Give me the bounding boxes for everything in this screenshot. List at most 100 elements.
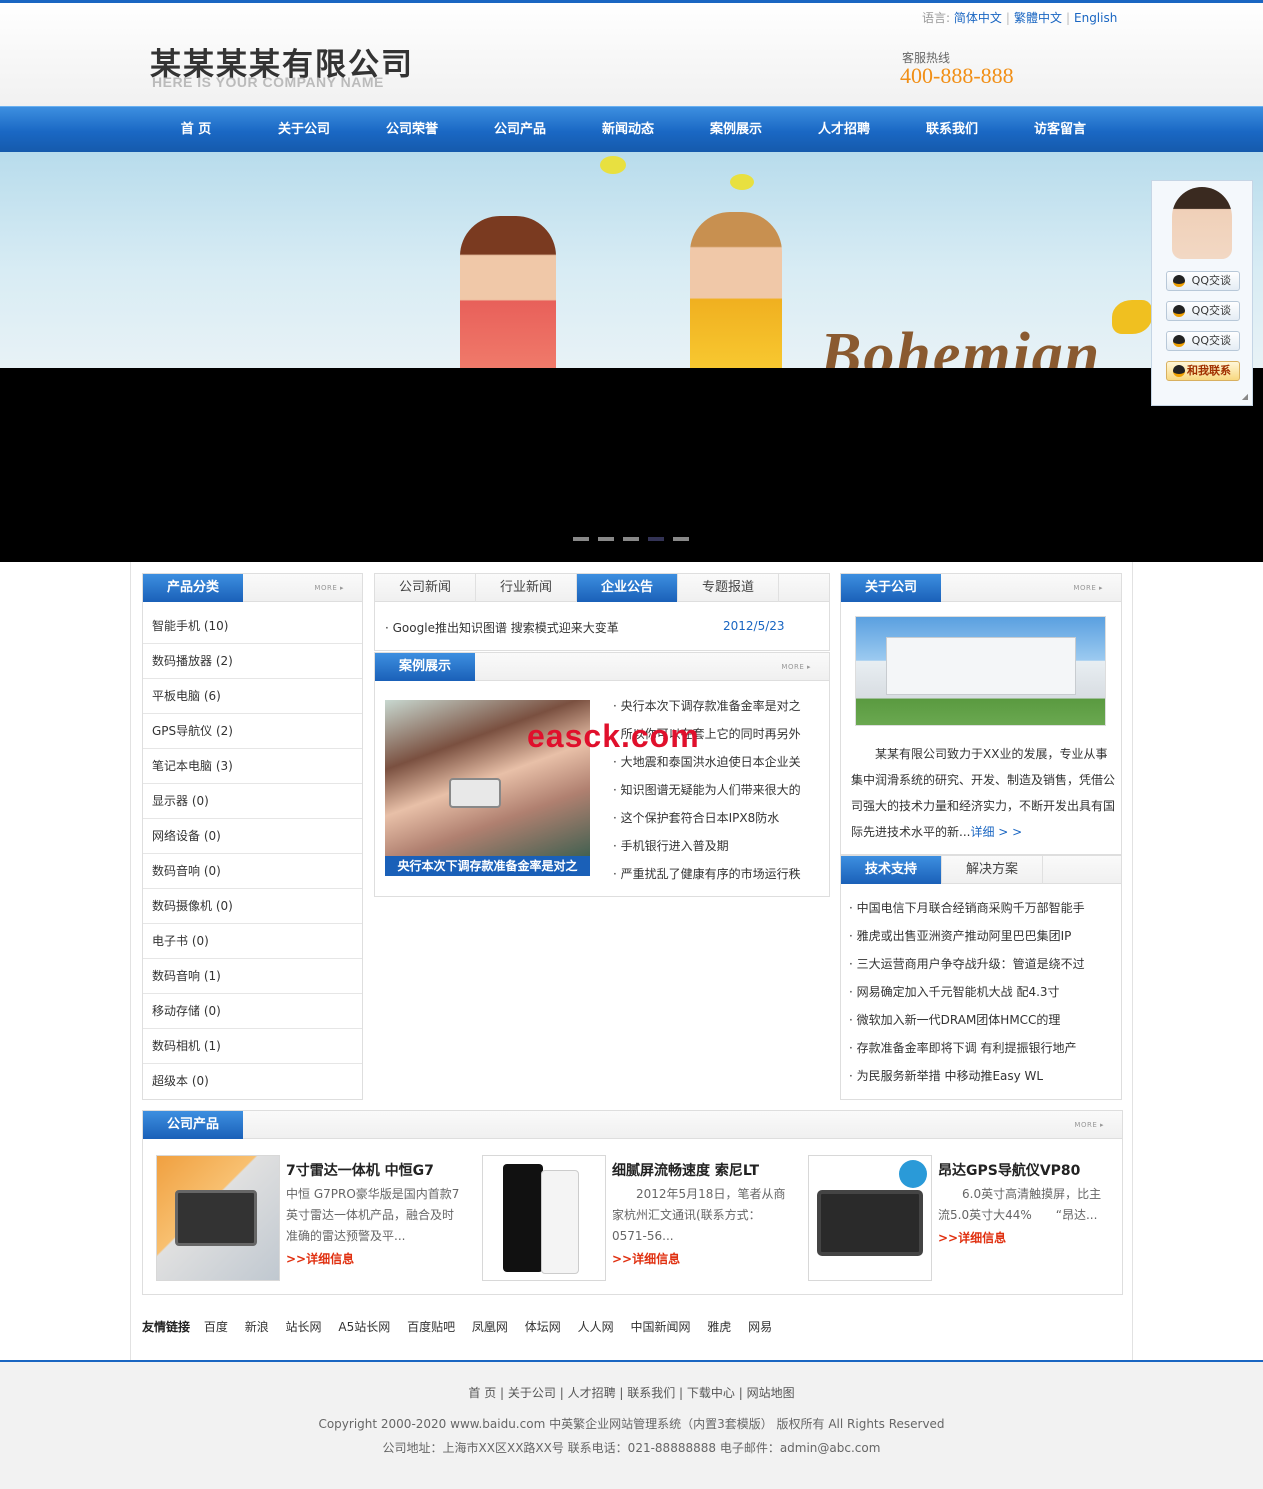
nav-honors[interactable]: 公司荣誉 (367, 107, 457, 153)
about-more-link[interactable]: 详细 > > (970, 825, 1022, 839)
category-item[interactable]: 平板电脑 (6) (143, 679, 362, 714)
category-item[interactable]: 数码摄像机 (0) (143, 889, 362, 924)
product-title[interactable]: 7寸雷达一体机 中恒G7 (286, 1160, 434, 1180)
news-item-link[interactable]: · Google推出知识图谱 搜索模式迎来大变革 (385, 619, 695, 636)
qq-chat-button[interactable]: QQ交谈 (1166, 331, 1240, 351)
site-header: 语言: 简体中文 | 繁體中文 | English 某某某某有限公司 HERE IS Y… (0, 0, 1263, 106)
friend-link[interactable]: 站长网 (286, 1320, 322, 1334)
category-item[interactable]: 超级本 (0) (143, 1064, 362, 1099)
support-list-item[interactable]: · 雅虎或出售亚洲资产推动阿里巴巴集团IP (849, 927, 1115, 944)
banner-butterfly-decoration (1112, 300, 1152, 334)
slide-dot[interactable] (673, 537, 689, 541)
friend-link[interactable]: 凤凰网 (472, 1320, 508, 1334)
category-item[interactable]: 移动存储 (0) (143, 994, 362, 1029)
footer-copyright: Copyright 2000-2020 www.baidu.com 中英繁企业网… (318, 1417, 945, 1431)
more-link[interactable]: MORE ▸ (1074, 1121, 1104, 1129)
nav-news[interactable]: 新闻动态 (583, 107, 673, 153)
news-tabs-box: 公司新闻 行业新闻 企业公告 专题报道 · Google推出知识图谱 搜索模式迎… (374, 573, 830, 651)
case-list-item[interactable]: · 严重扰乱了健康有序的市场运行秩 (613, 865, 803, 882)
more-link[interactable]: MORE ▸ (1073, 584, 1103, 592)
slide-dot[interactable] (598, 537, 614, 541)
support-list-item[interactable]: · 存款准备金率即将下调 有利提振银行地产 (849, 1039, 1115, 1056)
nav-jobs[interactable]: 人才招聘 (799, 107, 889, 153)
category-item[interactable]: 数码播放器 (2) (143, 644, 362, 679)
nav-home[interactable]: 首 页 (151, 107, 241, 153)
support-list-item[interactable]: · 微软加入新一代DRAM团体HMCC的理 (849, 1011, 1115, 1028)
product-image[interactable] (482, 1155, 606, 1281)
gps-device-shape (175, 1190, 257, 1246)
product-details-link[interactable]: >>详细信息 (286, 1250, 354, 1267)
friend-link[interactable]: 人人网 (578, 1320, 614, 1334)
support-list-item[interactable]: · 中国电信下月联合经销商采购千万部智能手 (849, 899, 1115, 916)
lang-simplified-link[interactable]: 简体中文 (954, 11, 1002, 25)
qq-chat-button[interactable]: QQ交谈 (1166, 301, 1240, 321)
banner-headline: Bohemian (820, 321, 1102, 368)
slide-dot-active[interactable] (648, 537, 664, 541)
banner-leaf-decoration (730, 174, 754, 190)
tab-company-news[interactable]: 公司新闻 (375, 574, 476, 602)
more-link[interactable]: MORE ▸ (314, 584, 344, 592)
category-item[interactable]: 显示器 (0) (143, 784, 362, 819)
category-item[interactable]: GPS导航仪 (2) (143, 714, 362, 749)
tab-special-reports[interactable]: 专题报道 (678, 574, 779, 602)
friend-link[interactable]: 新浪 (245, 1320, 269, 1334)
footer-links[interactable]: 首 页 | 关于公司 | 人才招聘 | 联系我们 | 下载中心 | 网站地图 (0, 1384, 1263, 1401)
tab-announcements[interactable]: 企业公告 (577, 574, 678, 602)
more-link[interactable]: MORE ▸ (781, 663, 811, 671)
friend-link[interactable]: 体坛网 (525, 1320, 561, 1334)
slide-dot[interactable] (623, 537, 639, 541)
category-item[interactable]: 电子书 (0) (143, 924, 362, 959)
banner-slideshow[interactable]: Bohemian (0, 152, 1263, 368)
case-list-item[interactable]: · 大地震和泰国洪水迫使日本企业关 (613, 753, 803, 770)
product-image[interactable] (156, 1155, 280, 1281)
slide-dot[interactable] (573, 537, 589, 541)
main-navigation: 首 页 关于公司 公司荣誉 公司产品 新闻动态 案例展示 人才招聘 联系我们 访… (0, 106, 1263, 152)
nav-about[interactable]: 关于公司 (259, 107, 349, 153)
friend-link[interactable]: 网易 (748, 1320, 772, 1334)
language-label: 语言: (922, 11, 951, 25)
category-item[interactable]: 数码音响 (0) (143, 854, 362, 889)
category-item[interactable]: 笔记本电脑 (3) (143, 749, 362, 784)
tab-tech-support[interactable]: 技术支持 (841, 856, 942, 884)
lang-traditional-link[interactable]: 繁體中文 (1014, 11, 1062, 25)
friend-link[interactable]: 百度 (204, 1320, 228, 1334)
banner-model-left (460, 216, 556, 368)
friend-link[interactable]: 雅虎 (707, 1320, 731, 1334)
category-item[interactable]: 智能手机 (10) (143, 609, 362, 644)
nav-products[interactable]: 公司产品 (475, 107, 565, 153)
category-item[interactable]: 数码相机 (1) (143, 1029, 362, 1064)
case-photo-caption[interactable]: 央行本次下调存款准备金率是对之 (385, 856, 590, 876)
product-description: 2012年5月18日，笔者从商家杭州汇文通讯(联系方式：0571-56... (612, 1187, 786, 1243)
service-agent-avatar (1172, 187, 1232, 259)
category-item[interactable]: 网络设备 (0) (143, 819, 362, 854)
gps-navigator-shape (817, 1190, 923, 1256)
contact-me-button[interactable]: 和我联系 (1166, 361, 1240, 381)
friend-links-label: 友情链接 (142, 1320, 191, 1334)
chat-icon (1173, 365, 1185, 377)
case-list-item[interactable]: · 手机银行进入普及期 (613, 837, 803, 854)
product-title[interactable]: 细腻屏流畅速度 索尼LT (612, 1160, 759, 1180)
nav-cases[interactable]: 案例展示 (691, 107, 781, 153)
resize-corner-icon: ◢ (1241, 392, 1248, 401)
nav-contact[interactable]: 联系我们 (907, 107, 997, 153)
product-details-link[interactable]: >>详细信息 (612, 1250, 680, 1267)
case-list-item[interactable]: · 央行本次下调存款准备金率是对之 (613, 697, 803, 714)
lang-english-link[interactable]: English (1074, 11, 1117, 25)
product-title[interactable]: 昂达GPS导航仪VP80 (938, 1160, 1080, 1180)
tab-industry-news[interactable]: 行业新闻 (476, 574, 577, 602)
friend-link[interactable]: 中国新闻网 (630, 1320, 690, 1334)
nav-guestbook[interactable]: 访客留言 (1015, 107, 1105, 153)
support-list-item[interactable]: · 为民服务新举措 中移动推Easy WL (849, 1067, 1115, 1084)
support-list-item[interactable]: · 网易确定加入千元智能机大战 配4.3寸 (849, 983, 1115, 1000)
friend-link[interactable]: 百度贴吧 (407, 1320, 455, 1334)
case-showcase-box: 案例展示 MORE ▸ 央行本次下调存款准备金率是对之 · 央行本次下调存款准备金… (374, 652, 830, 897)
case-list-item[interactable]: · 知识图谱无疑能为人们带来很大的 (613, 781, 803, 798)
category-item[interactable]: 数码音响 (1) (143, 959, 362, 994)
product-details-link[interactable]: >>详细信息 (938, 1229, 1006, 1246)
friend-link[interactable]: A5站长网 (338, 1320, 390, 1334)
case-list-item[interactable]: · 这个保护套符合日本IPX8防水 (613, 809, 803, 826)
support-list-item[interactable]: · 三大运营商用户争夺战升级：管道是绕不过 (849, 955, 1115, 972)
tab-solutions[interactable]: 解决方案 (942, 856, 1043, 884)
product-image[interactable] (808, 1155, 932, 1281)
qq-chat-button[interactable]: QQ交谈 (1166, 271, 1240, 291)
